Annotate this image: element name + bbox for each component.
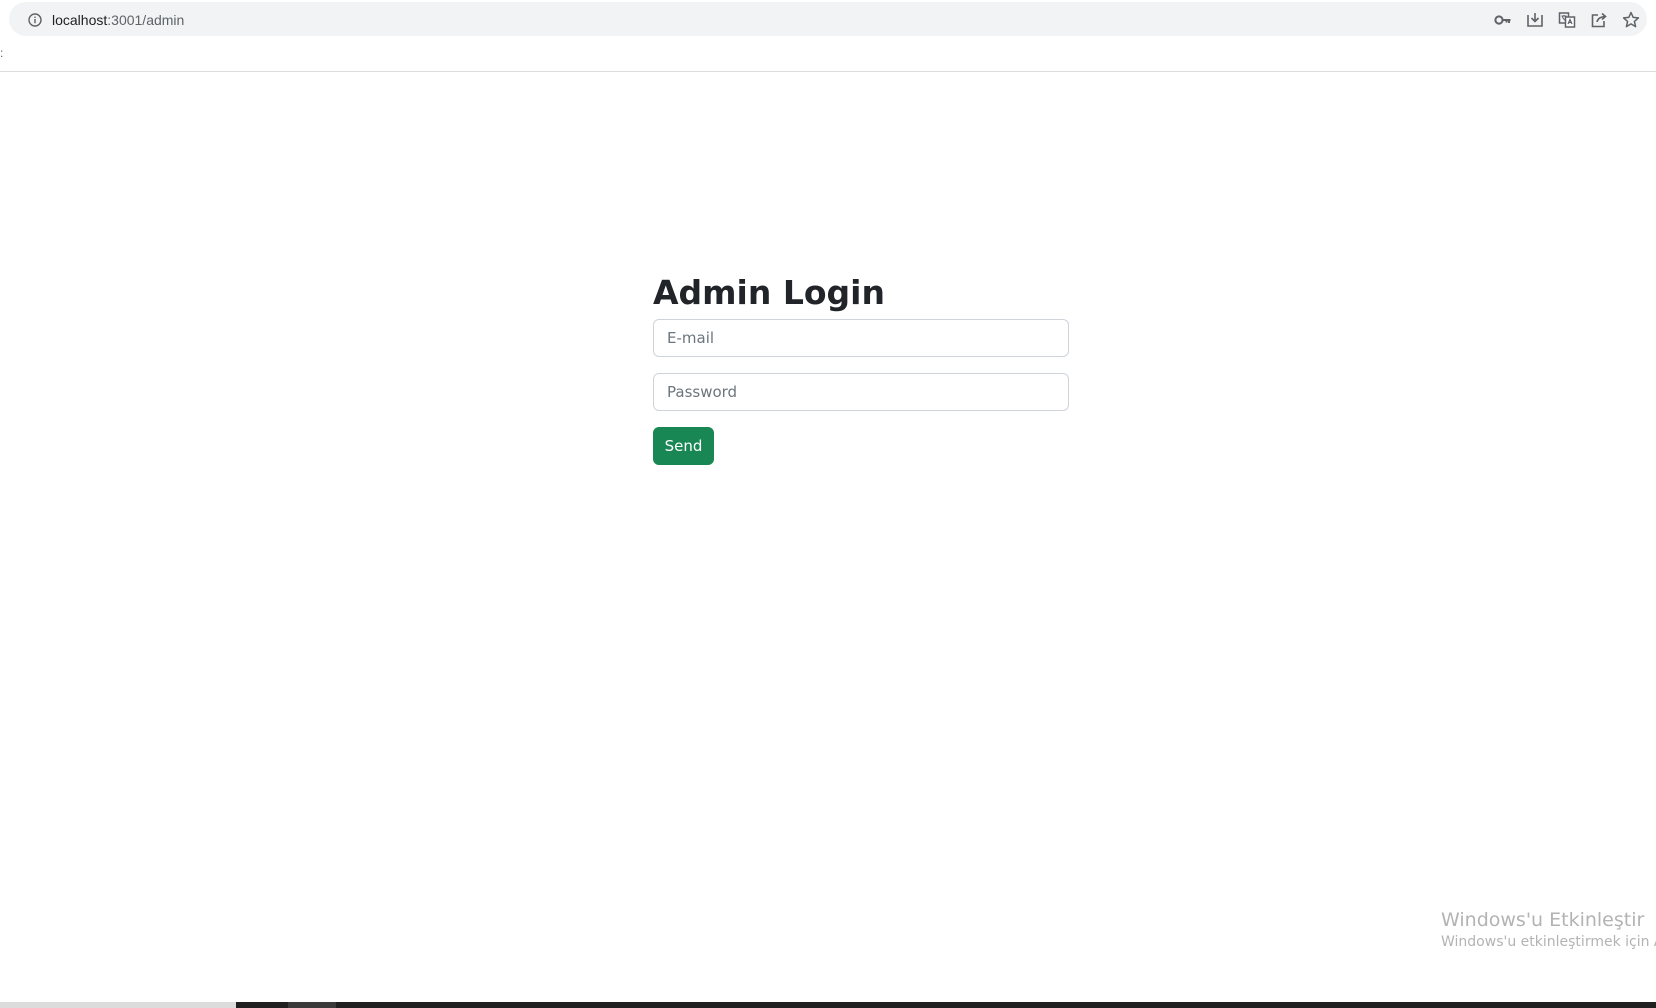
- url-text[interactable]: localhost:3001/admin: [52, 11, 184, 29]
- taskbar-search-area[interactable]: [0, 1002, 236, 1008]
- page-title: Admin Login: [653, 273, 885, 312]
- url-host: localhost: [52, 12, 108, 28]
- share-icon[interactable]: [1589, 10, 1609, 30]
- taskbar: [0, 1002, 1656, 1008]
- address-bar[interactable]: localhost:3001/admin: [9, 2, 1647, 36]
- password-field[interactable]: [653, 373, 1069, 411]
- windows-activation-watermark: Windows'u Etkinleştir Windows'u etkinleş…: [1441, 908, 1656, 952]
- url-path: :3001/admin: [107, 12, 185, 28]
- taskbar-active-app[interactable]: [288, 1002, 336, 1008]
- translate-icon[interactable]: [1557, 10, 1577, 30]
- watermark-title: Windows'u Etkinleştir: [1441, 909, 1645, 931]
- watermark-subtitle: Windows'u etkinleştirmek için Ay: [1441, 934, 1656, 950]
- email-field[interactable]: [653, 319, 1069, 357]
- browser-toolbar: localhost:3001/admin :: [0, 0, 1656, 72]
- star-icon[interactable]: [1621, 10, 1641, 30]
- send-button[interactable]: Send: [653, 427, 714, 465]
- key-icon[interactable]: [1493, 10, 1513, 30]
- bookmarks-bar-overflow[interactable]: :: [0, 46, 3, 60]
- site-info-icon[interactable]: [28, 13, 42, 27]
- install-icon[interactable]: [1525, 10, 1545, 30]
